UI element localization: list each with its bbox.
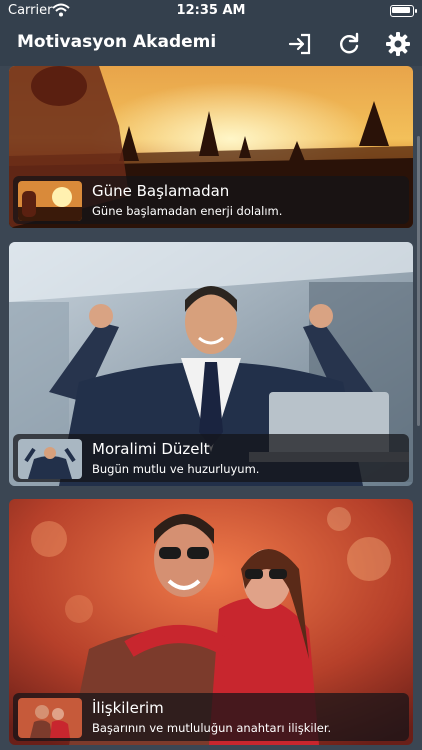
card-thumbnail (18, 439, 82, 479)
card-title: Güne Başlamadan (92, 182, 230, 200)
card-gune-baslamadan[interactable]: Güne Başlamadan Güne başlamadan enerji d… (9, 66, 413, 228)
card-title: İlişkilerim (92, 699, 164, 717)
scrollbar[interactable] (417, 136, 420, 426)
businessman-thumbnail-image (18, 439, 82, 479)
app-title: Motivasyon Akademi (17, 32, 217, 52)
card-subtitle: Başarının ve mutluluğun anahtarı ilişkil… (92, 721, 332, 735)
refresh-icon[interactable] (336, 31, 362, 57)
battery-icon (390, 5, 417, 17)
card-moralimi-duzelt[interactable]: Moralimi Düzelt Bugün mutlu ve huzurluyu… (9, 242, 413, 486)
card-thumbnail (18, 181, 82, 221)
settings-icon[interactable] (385, 31, 411, 57)
card-caption: İlişkilerim Başarının ve mutluluğun anah… (13, 693, 409, 741)
card-caption: Güne Başlamadan Güne başlamadan enerji d… (13, 176, 409, 224)
logout-icon[interactable] (287, 31, 313, 57)
sunrise-thumbnail-image (18, 181, 82, 221)
card-caption: Moralimi Düzelt Bugün mutlu ve huzurluyu… (13, 434, 409, 482)
card-title: Moralimi Düzelt (92, 440, 210, 458)
card-subtitle: Güne başlamadan enerji dolalım. (92, 204, 283, 218)
status-bar: Carrier 12:35 AM (0, 0, 422, 22)
nav-bar: Motivasyon Akademi (0, 22, 422, 66)
card-list[interactable]: Güne Başlamadan Güne başlamadan enerji d… (0, 66, 422, 750)
card-thumbnail (18, 698, 82, 738)
couple-thumbnail-image (18, 698, 82, 738)
card-iliskilerim[interactable]: İlişkilerim Başarının ve mutluluğun anah… (9, 499, 413, 745)
card-subtitle: Bugün mutlu ve huzurluyum. (92, 462, 260, 476)
status-time: 12:35 AM (176, 3, 246, 18)
